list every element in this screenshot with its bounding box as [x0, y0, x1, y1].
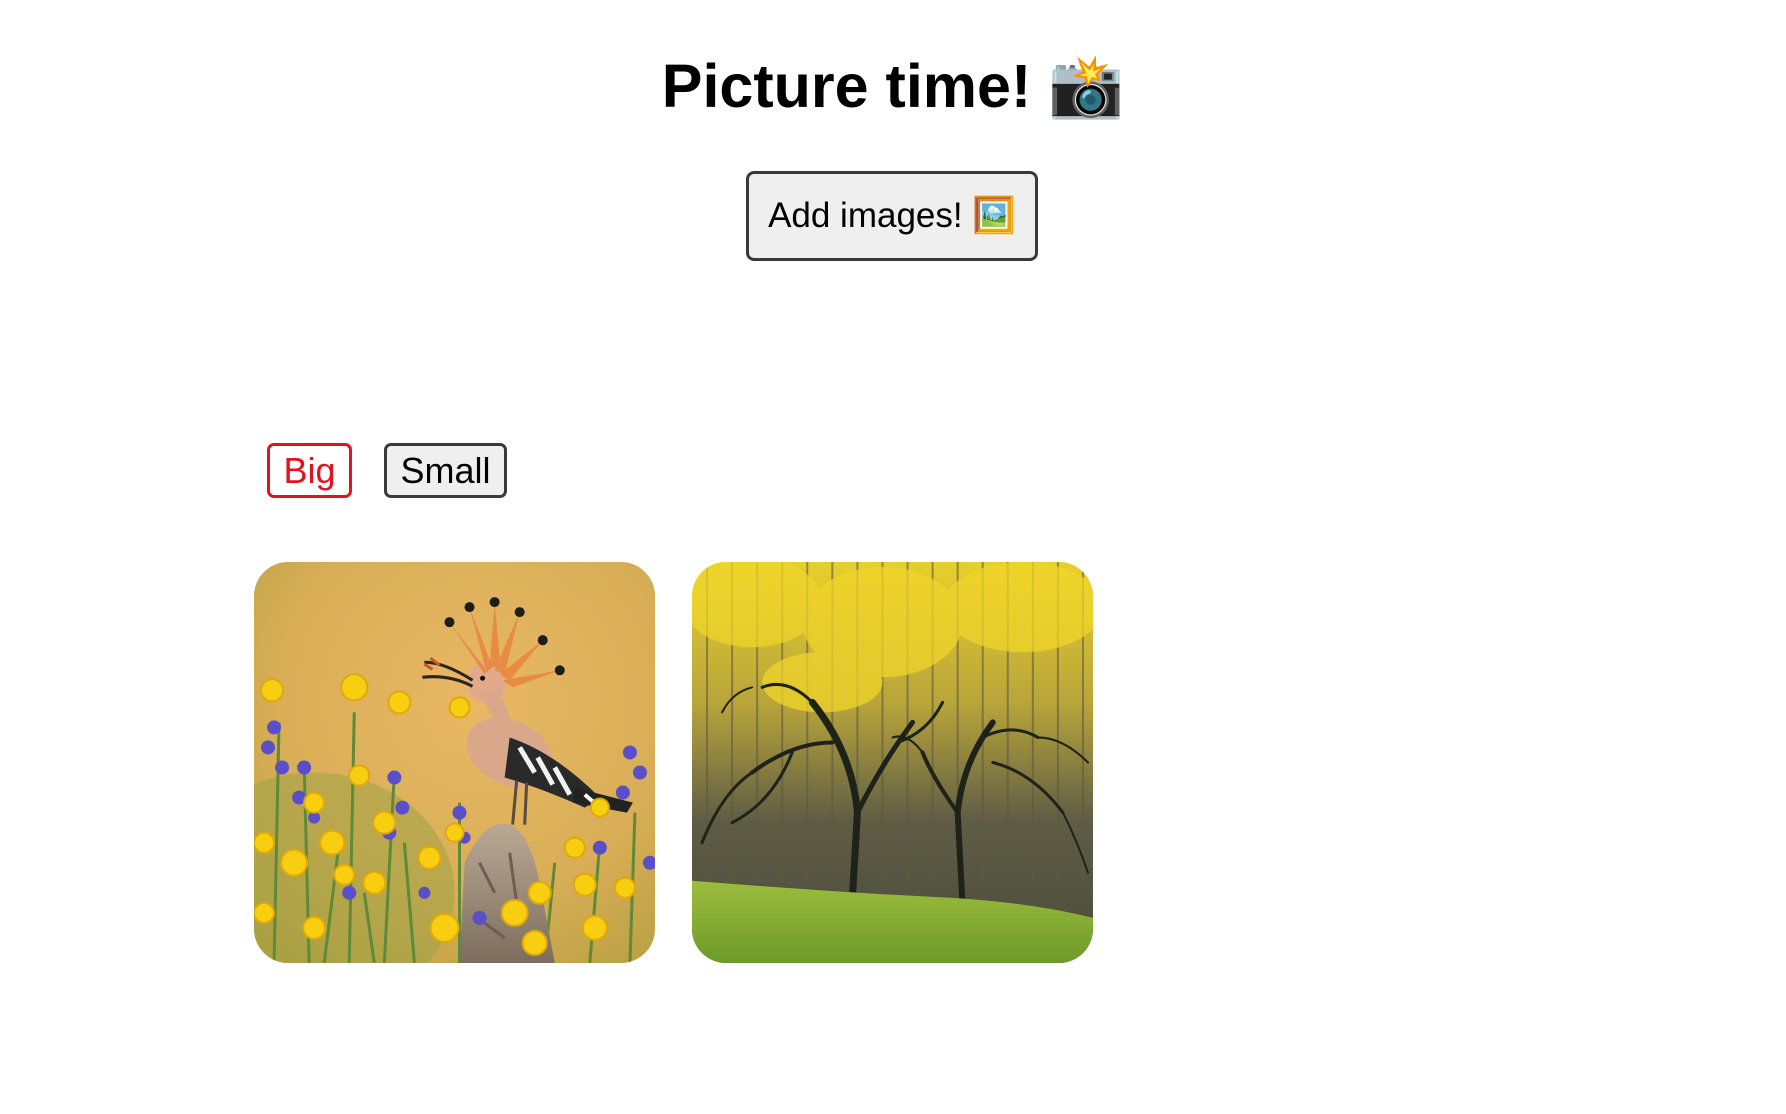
- add-images-button[interactable]: Add images! 🖼️: [746, 171, 1038, 261]
- size-big-button[interactable]: Big: [267, 443, 352, 498]
- gallery-image-forest[interactable]: [692, 562, 1093, 963]
- picture-app: Picture time! 📸 Add images! 🖼️ Big Small: [0, 0, 1786, 1114]
- page-title: Picture time! 📸: [661, 52, 1125, 120]
- autumn-forest-photo: [692, 562, 1093, 963]
- gallery-image-hoopoe[interactable]: [254, 562, 655, 963]
- hoopoe-bird-photo: [254, 562, 655, 963]
- size-small-button[interactable]: Small: [384, 443, 507, 498]
